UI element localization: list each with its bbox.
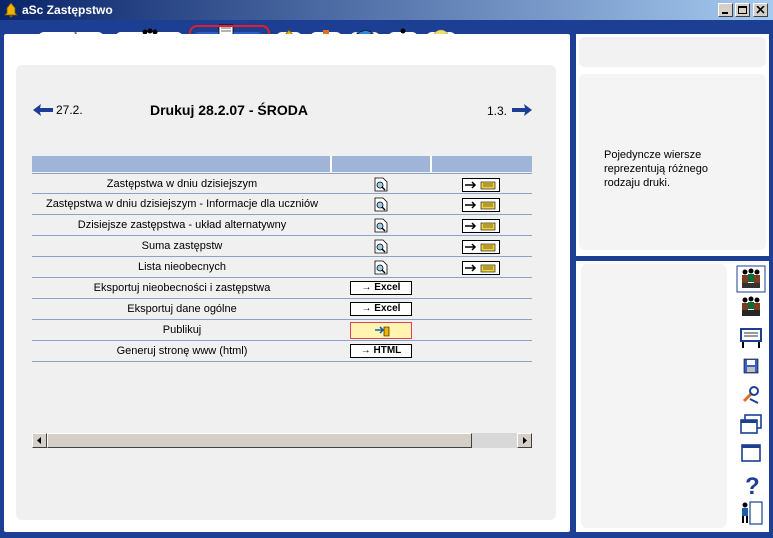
save-icon[interactable] — [736, 352, 766, 380]
export-html-button[interactable]: → HTML — [350, 344, 412, 358]
window-title: aSc Zastępstwo — [22, 3, 113, 17]
row-label: Zastępstwa w dniu dzisiejszym — [106, 178, 258, 190]
publish-button[interactable] — [350, 322, 412, 339]
exit-icon[interactable] — [736, 499, 766, 527]
preview-icon[interactable] — [374, 197, 388, 212]
scroll-thumb[interactable] — [47, 433, 472, 448]
info-text: Pojedyncze wiersze reprezentują różnego … — [604, 149, 708, 189]
windows-icon[interactable] — [736, 410, 766, 438]
row-label: Lista nieobecnych — [137, 261, 227, 273]
print-button[interactable] — [462, 178, 500, 192]
print-button[interactable] — [462, 219, 500, 233]
arrow-right-icon[interactable] — [512, 104, 532, 116]
scroll-right-button[interactable] — [517, 433, 532, 448]
help-icon[interactable]: ? — [736, 470, 766, 498]
header-col-name — [32, 156, 332, 172]
print-arrow-icon — [465, 264, 496, 273]
row-label: Generuj stronę www (html) — [116, 345, 248, 357]
svg-text:?: ? — [745, 473, 760, 498]
print-arrow-icon — [465, 243, 496, 252]
print-button[interactable] — [462, 198, 500, 212]
print-button[interactable] — [462, 240, 500, 254]
row-label: Eksportuj nieobecności i zastępstwa — [93, 282, 271, 294]
export-excel-button[interactable]: → Excel — [350, 302, 412, 316]
row-label: Suma zastępstw — [141, 240, 223, 252]
scroll-left-icon — [37, 437, 41, 444]
publish-icon — [375, 326, 390, 337]
bell-app-icon — [4, 2, 18, 18]
table-row[interactable]: Zastępstwa w dniu dzisiejszym - Informac… — [32, 194, 532, 215]
header-col-print — [432, 156, 532, 172]
scroll-right-icon — [523, 437, 527, 444]
row-label: Eksportuj dane ogólne — [127, 303, 237, 315]
prev-date[interactable]: 27.2. — [56, 103, 83, 117]
preview-icon[interactable] — [374, 239, 388, 254]
minimize-icon — [722, 12, 728, 14]
scroll-left-button[interactable] — [32, 433, 47, 448]
board-icon[interactable] — [736, 323, 766, 351]
window-icon[interactable] — [736, 439, 766, 467]
table-row[interactable]: Eksportuj nieobecności i zastępstwa → Ex… — [32, 278, 532, 299]
row-label: Dzisiejsze zastępstwa - układ alternatyw… — [77, 219, 287, 231]
table-row[interactable]: Publikuj — [32, 320, 532, 341]
next-date[interactable]: 1.3. — [487, 104, 507, 118]
side-list-box — [581, 264, 727, 528]
print-arrow-icon — [465, 201, 496, 210]
info-header-box — [579, 37, 766, 67]
print-button[interactable] — [462, 261, 500, 275]
tools-icon[interactable] — [736, 381, 766, 409]
header-col-preview — [332, 156, 432, 172]
info-panel — [576, 34, 769, 256]
minimize-button[interactable] — [718, 3, 733, 17]
classes-icon[interactable] — [736, 294, 766, 322]
preview-icon[interactable] — [374, 177, 388, 192]
print-arrow-icon — [465, 222, 496, 231]
table-row[interactable]: Dzisiejsze zastępstwa - układ alternatyw… — [32, 215, 532, 236]
horizontal-scrollbar[interactable] — [32, 433, 532, 448]
preview-icon[interactable] — [374, 218, 388, 233]
close-icon — [756, 6, 765, 14]
teachers-icon[interactable] — [736, 265, 766, 293]
export-excel-button[interactable]: → Excel — [350, 281, 412, 295]
row-label: Publikuj — [162, 324, 202, 336]
page-title: Drukuj 28.2.07 - ŚRODA — [150, 102, 308, 118]
table-row[interactable]: Zastępstwa w dniu dzisiejszym — [32, 173, 532, 194]
table-row[interactable]: Eksportuj dane ogólne → Excel — [32, 299, 532, 320]
print-arrow-icon — [465, 181, 496, 190]
table-row[interactable]: Suma zastępstw — [32, 236, 532, 257]
table-row[interactable]: Generuj stronę www (html) → HTML — [32, 341, 532, 362]
close-button[interactable] — [753, 3, 768, 17]
maximize-button[interactable] — [735, 3, 750, 17]
title-bar: aSc Zastępstwo — [0, 0, 773, 20]
print-table: Zastępstwa w dniu dzisiejszym Zastępstwa… — [32, 156, 532, 362]
arrow-left-icon[interactable] — [33, 104, 53, 116]
row-label: Zastępstwa w dniu dzisiejszym - Informac… — [45, 198, 319, 210]
preview-icon[interactable] — [374, 260, 388, 275]
table-row[interactable]: Lista nieobecnych — [32, 257, 532, 278]
maximize-icon — [738, 6, 747, 14]
table-header — [32, 156, 532, 172]
